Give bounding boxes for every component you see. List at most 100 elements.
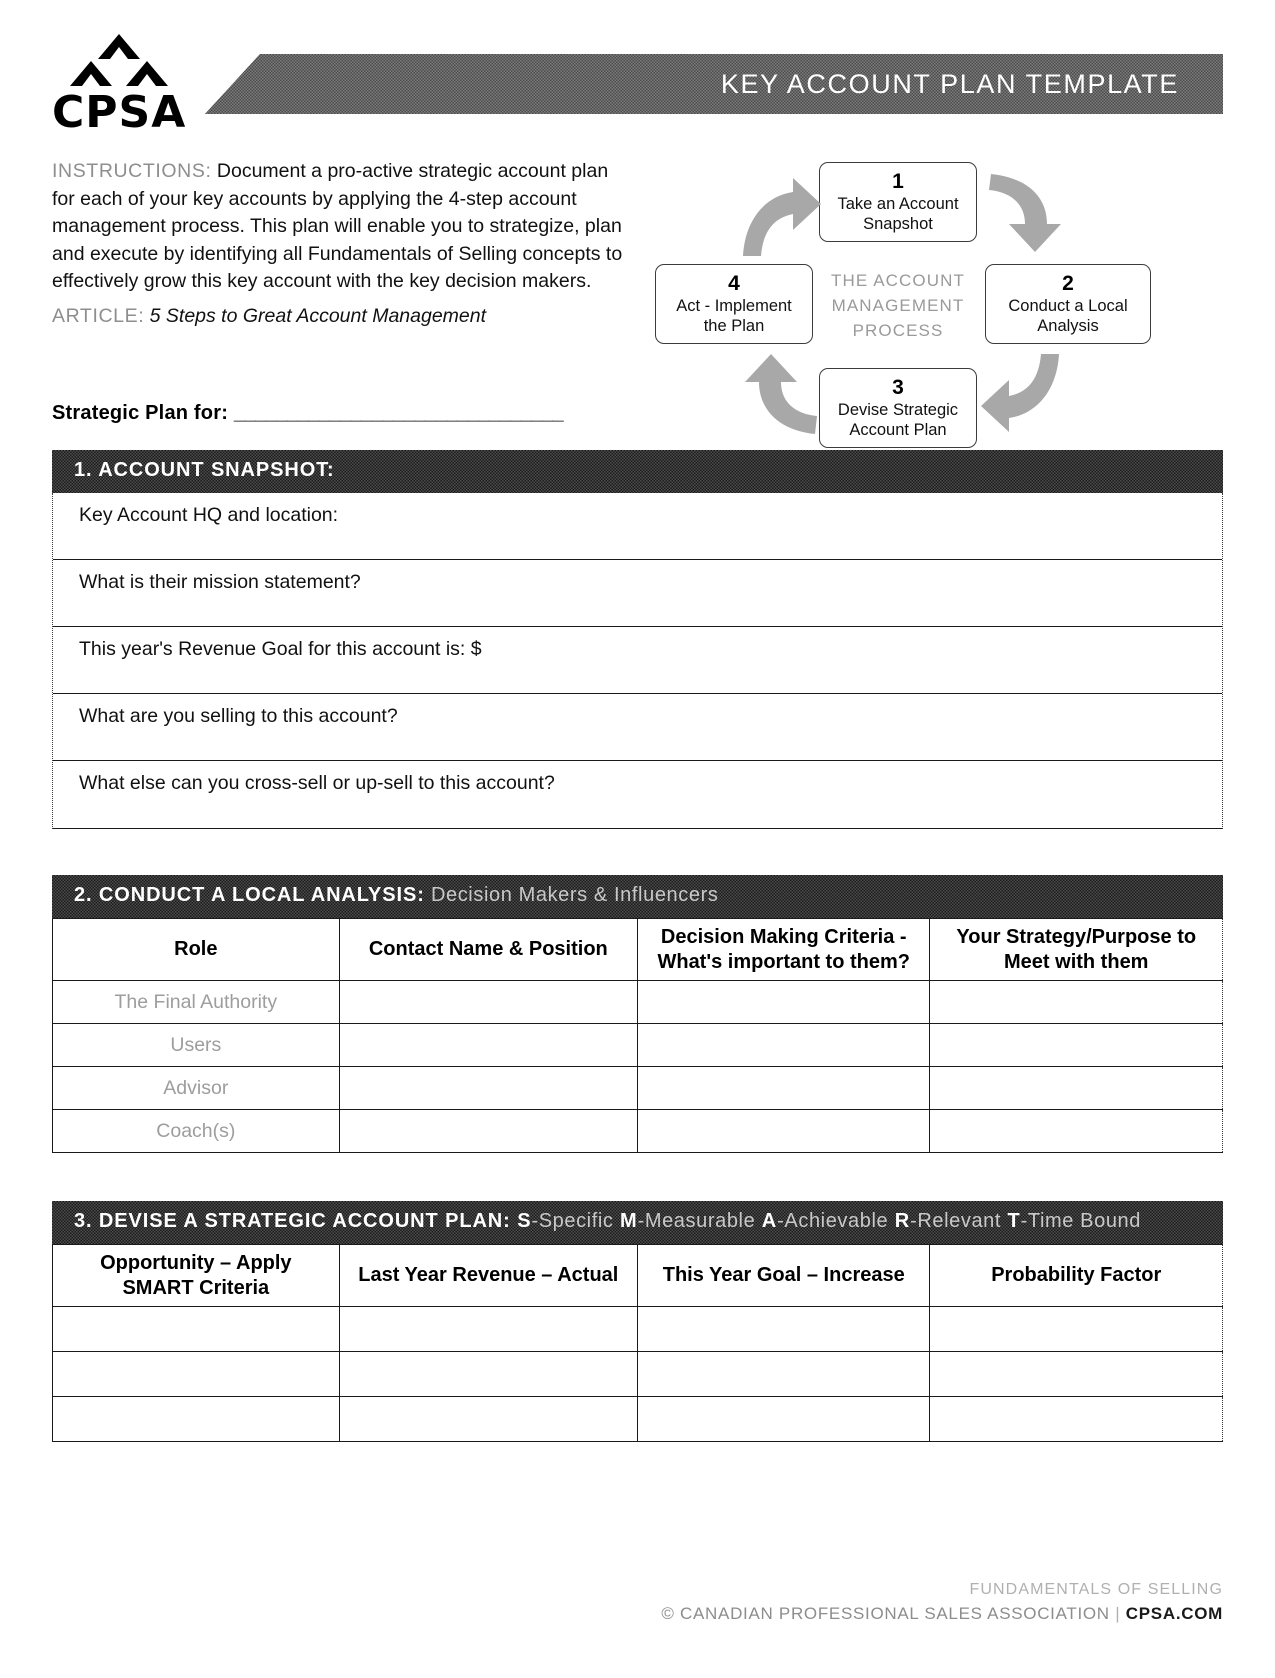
table-row — [52, 1396, 1223, 1442]
cycle-step-3: 3 Devise Strategic Account Plan — [819, 368, 977, 448]
smart-word-specific: -Specific — [531, 1210, 614, 1232]
role-label: The Final Authority — [52, 980, 340, 1024]
local-analysis-table: Role Contact Name & Position Decision Ma… — [52, 918, 1223, 1153]
probability-factor-input-cell[interactable] — [929, 1396, 1223, 1442]
last-year-revenue-input-cell[interactable] — [338, 1396, 638, 1442]
this-year-goal-input-cell[interactable] — [636, 1351, 931, 1397]
contact-input-cell[interactable] — [338, 1109, 638, 1153]
cycle-step-1-number: 1 — [892, 170, 904, 193]
column-header-criteria: Decision Making Criteria - What's import… — [636, 918, 931, 981]
article-label: ARTICLE: — [52, 305, 145, 327]
contact-input-cell[interactable] — [338, 1023, 638, 1067]
strategic-plan-table: Opportunity – Apply SMART Criteria Last … — [52, 1244, 1223, 1442]
footer-domain-link[interactable]: CPSA.COM — [1126, 1604, 1223, 1623]
column-header-strategy-line2: Meet with them — [1004, 950, 1149, 973]
strategy-input-cell[interactable] — [929, 1023, 1223, 1067]
table-row — [52, 1351, 1223, 1397]
cycle-step-4-line2: the Plan — [703, 317, 765, 335]
probability-factor-input-cell[interactable] — [929, 1306, 1223, 1352]
this-year-goal-input-cell[interactable] — [636, 1396, 931, 1442]
snapshot-question-row[interactable]: This year's Revenue Goal for this accoun… — [53, 627, 1222, 694]
column-header-criteria-line1: Decision Making Criteria - — [660, 925, 907, 948]
logo-chevrons-icon — [54, 34, 184, 86]
section2-heading-subtext: Decision Makers & Influencers — [424, 884, 719, 906]
cycle-center-line3: PROCESS — [852, 321, 944, 340]
strategic-plan-for-field: Strategic Plan for: ____________________… — [52, 402, 564, 425]
article-title-link[interactable]: 5 Steps to Great Account Management — [150, 305, 486, 327]
table-row: Advisor — [52, 1066, 1223, 1110]
opportunity-input-cell[interactable] — [52, 1351, 340, 1397]
cycle-center-line2: MANAGEMENT — [831, 296, 965, 315]
strategy-input-cell[interactable] — [929, 1109, 1223, 1153]
cycle-arrow-3-to-4-icon — [733, 350, 819, 442]
contact-input-cell[interactable] — [338, 980, 638, 1024]
last-year-revenue-input-cell[interactable] — [338, 1306, 638, 1352]
cycle-center-line1: THE ACCOUNT — [831, 271, 965, 290]
cycle-step-3-line2: Account Plan — [849, 421, 947, 439]
table-row: Users — [52, 1023, 1223, 1067]
role-label: Coach(s) — [52, 1109, 340, 1153]
cycle-step-1-line2: Snapshot — [863, 215, 933, 233]
smart-letter-a: A — [761, 1210, 778, 1232]
section1-heading-text: 1. ACCOUNT SNAPSHOT: — [74, 459, 335, 481]
footer-copyright: © CANADIAN PROFESSIONAL SALES ASSOCIATIO… — [661, 1604, 1110, 1623]
column-header-opportunity-line1: Opportunity – Apply — [100, 1251, 292, 1274]
title-banner: KEY ACCOUNT PLAN TEMPLATE — [205, 54, 1223, 114]
section-account-snapshot: 1. ACCOUNT SNAPSHOT: Key Account HQ and … — [52, 450, 1223, 829]
column-header-contact: Contact Name & Position — [338, 918, 638, 981]
section3-heading-text: 3. DEVISE A STRATEGIC ACCOUNT PLAN: — [74, 1210, 511, 1232]
snapshot-question-row[interactable]: What else can you cross-sell or up-sell … — [53, 761, 1222, 828]
cycle-arrow-4-to-1-icon — [739, 168, 825, 260]
smart-letter-t: T — [1007, 1210, 1021, 1232]
table-header-row: Role Contact Name & Position Decision Ma… — [52, 918, 1223, 981]
opportunity-input-cell[interactable] — [52, 1396, 340, 1442]
cycle-center-label: THE ACCOUNT MANAGEMENT PROCESS — [819, 268, 977, 343]
page-header: CPSA KEY ACCOUNT PLAN TEMPLATE — [0, 28, 1275, 138]
criteria-input-cell[interactable] — [636, 1023, 931, 1067]
cycle-step-2-line2: Analysis — [1037, 317, 1099, 335]
footer-separator: | — [1115, 1604, 1121, 1623]
snapshot-question-row[interactable]: What is their mission statement? — [53, 560, 1222, 627]
account-management-cycle-diagram: 1 Take an Account Snapshot 2 Conduct a L… — [655, 150, 1170, 460]
smart-word-timebound: -Time Bound — [1020, 1210, 1142, 1232]
role-label: Advisor — [52, 1066, 340, 1110]
cycle-step-4: 4 Act - Implement the Plan — [655, 264, 813, 344]
section3-heading: 3. DEVISE A STRATEGIC ACCOUNT PLAN: S-Sp… — [52, 1201, 1223, 1244]
table-row: Coach(s) — [52, 1109, 1223, 1153]
cycle-step-2-number: 2 — [1062, 272, 1074, 295]
criteria-input-cell[interactable] — [636, 1109, 931, 1153]
column-header-opportunity: Opportunity – Apply SMART Criteria — [52, 1244, 340, 1307]
last-year-revenue-input-cell[interactable] — [338, 1351, 638, 1397]
instructions-paragraph: INSTRUCTIONS: Document a pro-active stra… — [52, 158, 632, 296]
strategic-plan-for-input[interactable]: _______________________________ — [234, 402, 564, 424]
table-header-row: Opportunity – Apply SMART Criteria Last … — [52, 1244, 1223, 1307]
document-title: KEY ACCOUNT PLAN TEMPLATE — [720, 68, 1179, 99]
cycle-step-1-line1: Take an Account — [837, 195, 959, 213]
smart-word-achievable: -Achievable — [777, 1210, 889, 1232]
column-header-criteria-line2: What's important to them? — [657, 950, 910, 973]
table-row — [52, 1306, 1223, 1352]
strategy-input-cell[interactable] — [929, 1066, 1223, 1110]
opportunity-input-cell[interactable] — [52, 1306, 340, 1352]
column-header-strategy-line1: Your Strategy/Purpose to — [956, 925, 1197, 948]
probability-factor-input-cell[interactable] — [929, 1351, 1223, 1397]
snapshot-question-row[interactable]: Key Account HQ and location: — [53, 493, 1222, 560]
role-label: Users — [52, 1023, 340, 1067]
footer-tagline: FUNDAMENTALS OF SELLING — [969, 1581, 1223, 1598]
smart-word-measurable: -Measurable — [637, 1210, 756, 1232]
cycle-step-3-number: 3 — [892, 376, 904, 399]
cycle-step-2: 2 Conduct a Local Analysis — [985, 264, 1151, 344]
page-footer: FUNDAMENTALS OF SELLING © CANADIAN PROFE… — [661, 1578, 1223, 1626]
snapshot-question-row[interactable]: What are you selling to this account? — [53, 694, 1222, 761]
criteria-input-cell[interactable] — [636, 980, 931, 1024]
smart-letter-s: S — [517, 1210, 532, 1232]
this-year-goal-input-cell[interactable] — [636, 1306, 931, 1352]
strategy-input-cell[interactable] — [929, 980, 1223, 1024]
column-header-strategy: Your Strategy/Purpose to Meet with them — [929, 918, 1223, 981]
column-header-role: Role — [52, 918, 340, 981]
criteria-input-cell[interactable] — [636, 1066, 931, 1110]
section2-heading: 2. CONDUCT A LOCAL ANALYSIS: Decision Ma… — [52, 875, 1223, 918]
contact-input-cell[interactable] — [338, 1066, 638, 1110]
